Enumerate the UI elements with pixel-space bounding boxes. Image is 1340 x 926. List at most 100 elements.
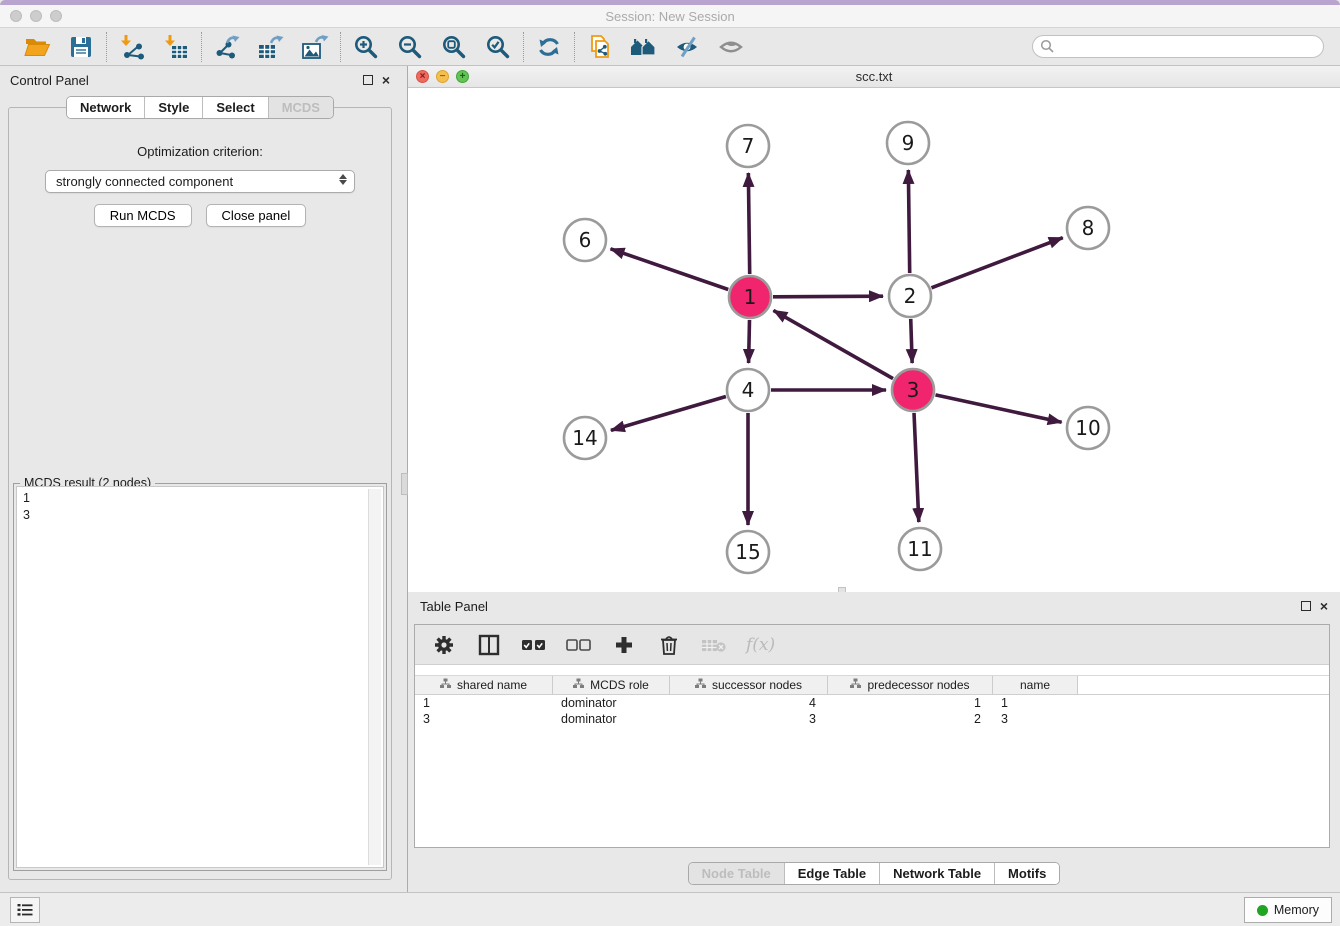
table-cell[interactable]: 2	[828, 711, 993, 727]
export-image-icon[interactable]	[300, 33, 330, 60]
zoom-fit-icon[interactable]	[439, 33, 469, 60]
table-cell[interactable]: 1	[993, 695, 1078, 711]
table-panel: Table Panel ×	[408, 592, 1340, 892]
edge-3-11[interactable]	[914, 413, 919, 522]
control-panel-title: Control Panel	[10, 73, 89, 88]
node-label-3: 3	[907, 378, 920, 402]
memory-status-icon	[1257, 905, 1268, 916]
tab-network[interactable]: Network	[67, 97, 144, 118]
table-close-panel-icon[interactable]: ×	[1320, 601, 1328, 611]
run-mcds-button[interactable]: Run MCDS	[94, 204, 192, 227]
table-row[interactable]: 3dominator323	[415, 711, 1329, 727]
import-table-icon[interactable]	[161, 33, 191, 60]
optimization-criterion-label: Optimization criterion:	[9, 144, 391, 159]
edge-2-9[interactable]	[908, 170, 909, 273]
table-panel-title: Table Panel	[420, 599, 488, 614]
close-panel-icon[interactable]: ×	[382, 75, 390, 85]
first-neighbors-icon[interactable]	[629, 33, 659, 60]
open-session-icon[interactable]	[22, 33, 52, 60]
network-canvas[interactable]: 7968124314101511	[408, 88, 1340, 592]
mcds-result-line: 1	[23, 490, 377, 507]
column-settings-icon[interactable]	[431, 631, 457, 658]
mcds-result-scrollbar[interactable]	[368, 489, 381, 865]
table-cell[interactable]: 1	[415, 695, 553, 711]
column-header-shared-name[interactable]: shared name	[415, 676, 553, 694]
table-cell[interactable]: 4	[670, 695, 828, 711]
table-cell[interactable]: 3	[993, 711, 1078, 727]
optimization-criterion-dropdown[interactable]: strongly connected component	[45, 170, 355, 193]
column-header-successor-nodes[interactable]: successor nodes	[670, 676, 828, 694]
edge-2-3[interactable]	[911, 319, 912, 363]
delete-table-icon[interactable]	[701, 631, 727, 658]
main-toolbar	[0, 28, 1340, 66]
mcds-result-text[interactable]: 1 3	[16, 486, 384, 868]
node-label-9: 9	[902, 131, 915, 155]
table-row[interactable]: 1dominator411	[415, 695, 1329, 711]
column-header-name[interactable]: name	[993, 676, 1078, 694]
show-column-panel-icon[interactable]	[476, 631, 502, 658]
tab-network-table[interactable]: Network Table	[879, 863, 994, 884]
hide-selected-icon[interactable]	[673, 33, 703, 60]
zoom-selected-icon[interactable]	[483, 33, 513, 60]
close-panel-button[interactable]: Close panel	[206, 204, 307, 227]
tab-edge-table[interactable]: Edge Table	[784, 863, 879, 884]
export-network-icon[interactable]	[212, 33, 242, 60]
tab-mcds[interactable]: MCDS	[268, 97, 333, 118]
zoom-in-icon[interactable]	[351, 33, 381, 60]
tab-node-table[interactable]: Node Table	[689, 863, 784, 884]
table-cell[interactable]: dominator	[553, 711, 670, 727]
export-table-icon[interactable]	[256, 33, 286, 60]
edge-1-7[interactable]	[748, 173, 749, 274]
edge-4-14[interactable]	[611, 396, 726, 430]
save-session-icon[interactable]	[66, 33, 96, 60]
show-all-icon[interactable]	[717, 33, 747, 60]
dropdown-stepper-icon	[339, 174, 347, 185]
delete-column-icon[interactable]	[656, 631, 682, 658]
edge-1-6[interactable]	[611, 249, 729, 290]
memory-button[interactable]: Memory	[1244, 897, 1332, 923]
table-cell[interactable]: 1	[828, 695, 993, 711]
table-cell[interactable]: 3	[670, 711, 828, 727]
edge-1-4[interactable]	[749, 320, 750, 363]
mcds-result-group: MCDS result (2 nodes) 1 3	[13, 483, 387, 871]
task-history-button[interactable]	[10, 897, 40, 923]
edge-2-8[interactable]	[931, 238, 1062, 288]
sort-hierarchy-icon	[695, 678, 706, 692]
column-header-predecessor-nodes[interactable]: predecessor nodes	[828, 676, 993, 694]
panel-splitter[interactable]	[400, 66, 408, 892]
add-column-icon[interactable]	[611, 631, 637, 658]
float-panel-icon[interactable]	[363, 75, 373, 85]
node-label-4: 4	[742, 378, 755, 402]
refresh-view-icon[interactable]	[534, 33, 564, 60]
status-bar: Memory	[0, 892, 1340, 926]
search-input[interactable]	[1032, 35, 1324, 58]
tab-motifs[interactable]: Motifs	[994, 863, 1059, 884]
column-header-MCDS-role[interactable]: MCDS role	[553, 676, 670, 694]
edge-3-10[interactable]	[935, 395, 1061, 422]
tab-select[interactable]: Select	[202, 97, 267, 118]
edge-3-1[interactable]	[773, 310, 893, 378]
function-builder-icon[interactable]: f(x)	[746, 635, 775, 655]
select-all-checkboxes-icon[interactable]	[521, 631, 547, 658]
table-float-panel-icon[interactable]	[1301, 601, 1311, 611]
tab-style[interactable]: Style	[144, 97, 202, 118]
node-label-11: 11	[907, 537, 932, 561]
splitter-handle[interactable]	[401, 473, 408, 495]
edge-1-2[interactable]	[773, 296, 883, 297]
table-cell[interactable]: dominator	[553, 695, 670, 711]
node-label-6: 6	[579, 228, 592, 252]
titlebar: Session: New Session	[0, 5, 1340, 28]
node-table: shared nameMCDS rolesuccessor nodesprede…	[415, 675, 1329, 727]
network-view-window: × − + scc.txt 7968124314101511	[408, 66, 1340, 592]
sort-hierarchy-icon	[850, 678, 861, 692]
deselect-all-checkboxes-icon[interactable]	[566, 631, 592, 658]
node-label-14: 14	[572, 426, 597, 450]
duplicate-network-icon[interactable]	[585, 33, 615, 60]
import-network-icon[interactable]	[117, 33, 147, 60]
network-graph[interactable]: 7968124314101511	[408, 88, 1340, 592]
table-cell[interactable]: 3	[415, 711, 553, 727]
search-icon	[1040, 39, 1055, 59]
window-title: Session: New Session	[0, 9, 1340, 24]
node-label-10: 10	[1075, 416, 1100, 440]
zoom-out-icon[interactable]	[395, 33, 425, 60]
